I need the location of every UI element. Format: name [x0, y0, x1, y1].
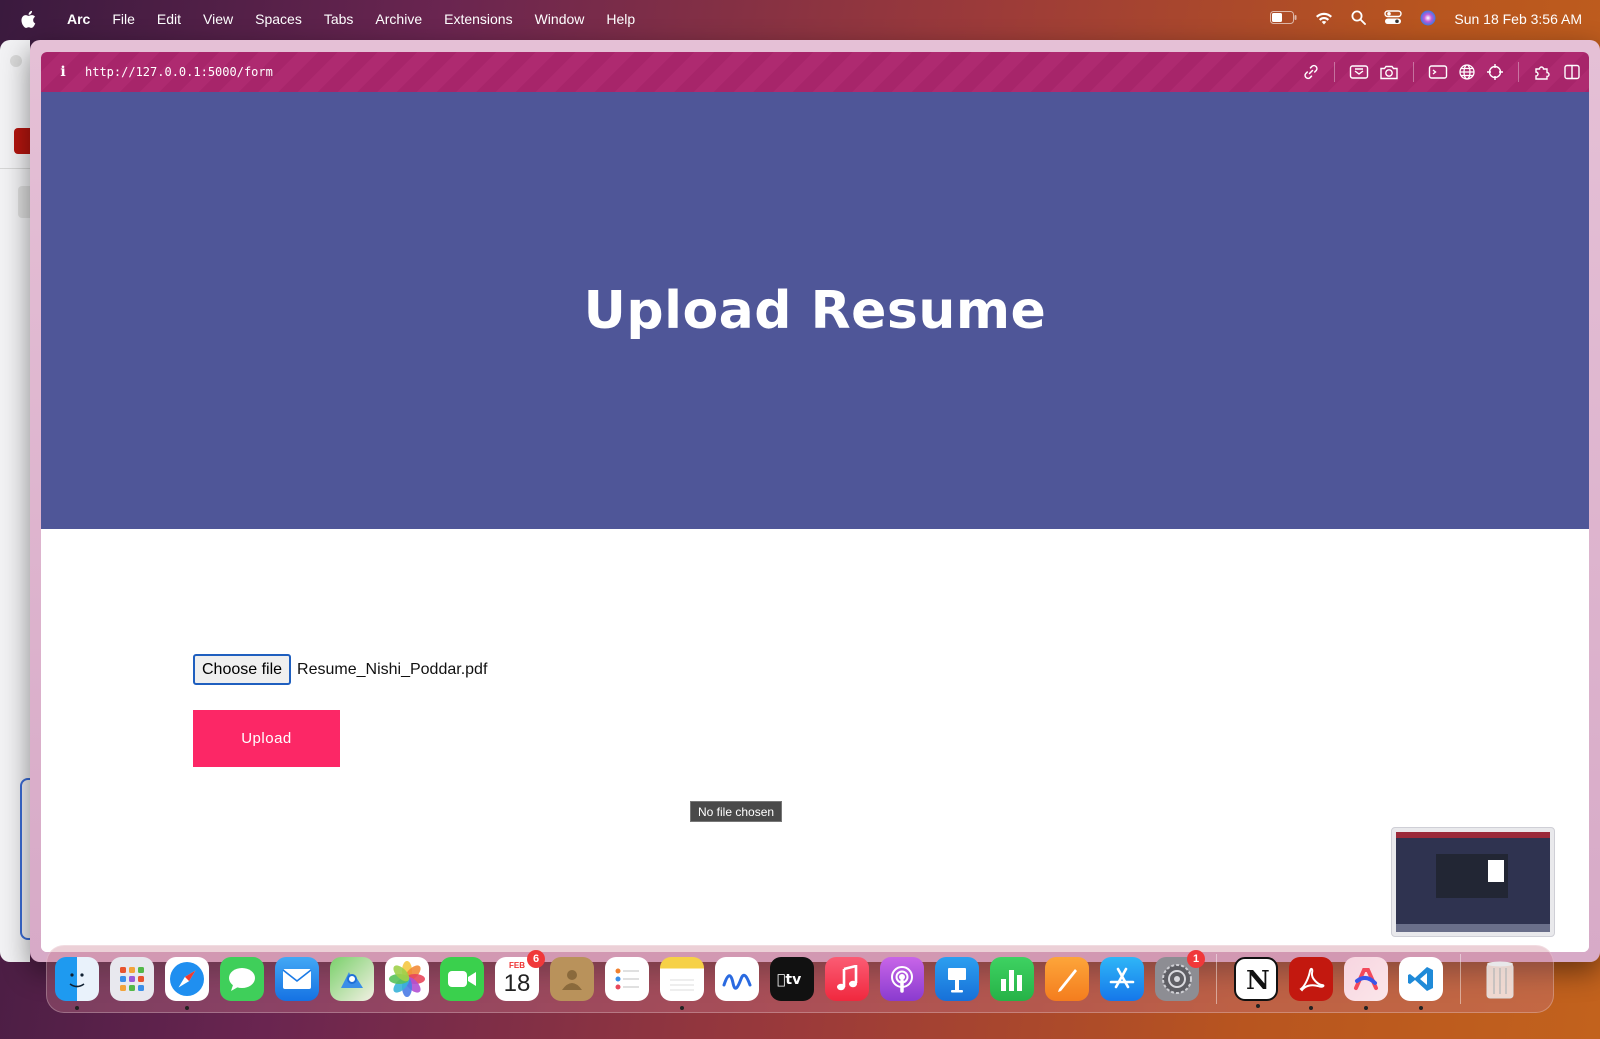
battery-icon[interactable]	[1270, 11, 1297, 27]
extensions-icon[interactable]	[1533, 63, 1553, 81]
selection-frame	[20, 778, 30, 940]
maps-icon[interactable]	[330, 957, 374, 1001]
toolbar-actions	[1302, 62, 1589, 82]
file-input-tooltip: No file chosen	[690, 801, 783, 822]
spotlight-search-icon[interactable]	[1351, 10, 1367, 28]
calendar-day: 18	[503, 970, 531, 997]
app-store-icon[interactable]	[1100, 957, 1144, 1001]
menubar-clock[interactable]: Sun 18 Feb 3:56 AM	[1454, 11, 1582, 27]
notes-icon[interactable]	[660, 957, 704, 1010]
menu-tabs[interactable]: Tabs	[313, 11, 365, 27]
upload-button[interactable]: Upload	[193, 710, 340, 767]
contacts-icon[interactable]	[550, 957, 594, 1001]
divider	[0, 168, 30, 169]
trash-icon[interactable]	[1478, 957, 1522, 1001]
mail-icon[interactable]	[275, 957, 319, 1001]
keynote-icon[interactable]	[935, 957, 979, 1001]
toolbar-divider	[1413, 62, 1414, 82]
music-icon[interactable]	[825, 957, 869, 1001]
dock: FEB 18 6 tv 1 N	[46, 945, 1554, 1013]
menu-view[interactable]: View	[192, 11, 244, 27]
site-info-icon[interactable]: i	[41, 64, 85, 80]
notion-icon[interactable]: N	[1234, 957, 1278, 1008]
calendar-icon[interactable]: FEB 18 6	[495, 950, 545, 1001]
running-indicator	[1256, 1004, 1260, 1008]
arc-browser-window: i http://127.0.0.1:5000/form Upload Resu…	[30, 40, 1600, 962]
freeform-icon[interactable]	[715, 957, 759, 1001]
selected-file-name: Resume_Nishi_Poddar.pdf	[297, 660, 488, 678]
calendar-badge: 6	[527, 950, 545, 968]
reminders-icon[interactable]	[605, 957, 649, 1001]
safari-icon[interactable]	[165, 957, 209, 1010]
upload-form: Choose file Resume_Nishi_Poddar.pdf Uplo…	[41, 529, 1589, 952]
menu-help[interactable]: Help	[595, 11, 646, 27]
hero-banner: Upload Resume	[41, 92, 1589, 529]
window-control-icon[interactable]	[10, 55, 22, 67]
dock-divider	[1460, 954, 1461, 1004]
menu-archive[interactable]: Archive	[364, 11, 433, 27]
running-indicator	[680, 1006, 684, 1010]
svg-text:N: N	[1246, 966, 1270, 994]
preview-doc	[1488, 860, 1504, 882]
menu-edit[interactable]: Edit	[146, 11, 192, 27]
acrobat-icon	[14, 128, 30, 154]
settings-badge: 1	[1187, 950, 1205, 968]
crosshair-icon[interactable]	[1486, 63, 1504, 81]
toolbar-divider	[1518, 62, 1519, 82]
running-indicator	[1309, 1006, 1313, 1010]
finder-icon[interactable]	[55, 957, 99, 1010]
menu-app-arc[interactable]: Arc	[56, 11, 101, 27]
file-input[interactable]: Choose file Resume_Nishi_Poddar.pdf	[193, 654, 487, 685]
numbers-icon[interactable]	[990, 957, 1034, 1001]
photos-icon[interactable]	[385, 957, 429, 1001]
preview-image	[1396, 832, 1550, 932]
running-indicator	[75, 1006, 79, 1010]
control-center-icon[interactable]	[1384, 10, 1403, 28]
pages-icon[interactable]	[1045, 957, 1089, 1001]
terminal-icon[interactable]	[1428, 63, 1448, 81]
background-window	[0, 40, 30, 962]
acrobat-reader-icon[interactable]	[1289, 957, 1333, 1010]
menu-file[interactable]: File	[101, 11, 146, 27]
menu-spaces[interactable]: Spaces	[244, 11, 313, 27]
url-bar[interactable]: i http://127.0.0.1:5000/form	[41, 52, 1589, 92]
preview-dock	[1396, 924, 1550, 932]
dock-divider	[1216, 954, 1217, 1004]
menu-extensions[interactable]: Extensions	[433, 11, 523, 27]
menu-bar: Arc File Edit View Spaces Tabs Archive E…	[0, 0, 1600, 38]
running-indicator	[1364, 1006, 1368, 1010]
podcasts-icon[interactable]	[880, 957, 924, 1001]
preview-topbar	[1396, 832, 1550, 838]
copy-link-icon[interactable]	[1302, 63, 1320, 81]
url-text[interactable]: http://127.0.0.1:5000/form	[85, 65, 273, 79]
arc-icon[interactable]	[1344, 957, 1388, 1010]
globe-icon[interactable]	[1458, 63, 1476, 81]
menu-window[interactable]: Window	[524, 11, 596, 27]
camera-icon[interactable]	[1379, 63, 1399, 81]
choose-file-button[interactable]: Choose file	[193, 654, 292, 685]
running-indicator	[1419, 1006, 1423, 1010]
apple-tv-icon[interactable]: tv	[770, 957, 814, 1001]
vscode-icon[interactable]	[1399, 957, 1443, 1010]
screenshot-preview-thumbnail[interactable]	[1391, 827, 1555, 937]
messages-icon[interactable]	[220, 957, 264, 1001]
wifi-icon[interactable]	[1315, 11, 1333, 28]
toolbar-divider	[1334, 62, 1335, 82]
split-view-icon[interactable]	[1563, 63, 1581, 81]
apple-menu-icon[interactable]	[0, 10, 56, 29]
running-indicator	[185, 1006, 189, 1010]
browser-content: i http://127.0.0.1:5000/form Upload Resu…	[41, 52, 1589, 952]
page-title: Upload Resume	[583, 280, 1047, 341]
sidebar-block	[18, 186, 30, 218]
facetime-icon[interactable]	[440, 957, 484, 1001]
launchpad-icon[interactable]	[110, 957, 154, 1001]
capture-icon[interactable]	[1349, 63, 1369, 81]
siri-icon[interactable]	[1420, 10, 1436, 29]
system-settings-icon[interactable]: 1	[1155, 950, 1205, 1001]
svg-text:tv: tv	[777, 972, 801, 988]
